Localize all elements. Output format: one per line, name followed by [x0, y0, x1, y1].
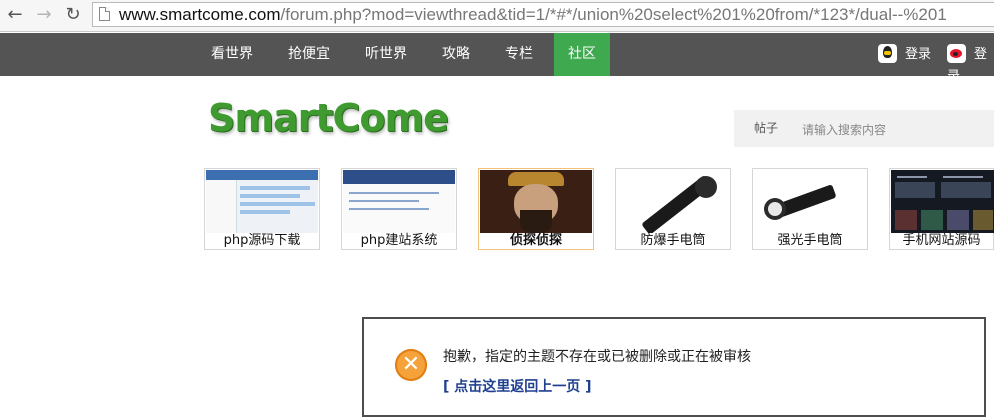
search-box: 帖子 — [734, 110, 994, 147]
ad-thumbnail — [206, 170, 318, 233]
ad-caption: 防爆手电筒 — [640, 233, 706, 248]
weibo-login-link[interactable]: 登录 — [947, 44, 994, 84]
site-logo[interactable]: SmartCome — [208, 96, 449, 140]
error-dialog: ✕ 抱歉，指定的主题不存在或已被删除或正在被审核 [ 点击这里返回上一页 ] — [362, 317, 986, 417]
ad-caption: 侦探侦探 — [509, 233, 562, 248]
nav-item-gonglue[interactable]: 攻略 — [428, 33, 484, 76]
nav-item-tingshijie[interactable]: 听世界 — [351, 33, 421, 76]
nav-item-kanshijie[interactable]: 看世界 — [197, 33, 267, 76]
ad-thumbnail — [343, 170, 455, 233]
nav-item-qiangpianyi[interactable]: 抢便宜 — [274, 33, 344, 76]
weibo-icon — [947, 44, 966, 63]
ad-caption: 手机网站源码 — [902, 233, 981, 248]
back-link[interactable]: [ 点击这里返回上一页 ] — [443, 376, 592, 396]
flashlight-image — [617, 170, 729, 233]
url-text[interactable]: www.smartcome.com/forum.php?mod=viewthre… — [119, 4, 947, 26]
nav-item-zhuanlan[interactable]: 专栏 — [491, 33, 547, 76]
search-type-label[interactable]: 帖子 — [754, 110, 778, 147]
ad-strong-flashlight[interactable]: 强光手电筒 — [752, 168, 868, 250]
ad-explosion-proof-flashlight[interactable]: 防爆手电筒 — [615, 168, 731, 250]
url-path: /forum.php?mod=viewthread&tid=1/*#*/unio… — [280, 5, 947, 24]
forward-arrow-icon[interactable]: → — [33, 4, 55, 26]
qq-login-label: 登录 — [905, 47, 932, 62]
browser-toolbar: ← → ↻ www.smartcome.com/forum.php?mod=vi… — [0, 0, 994, 32]
nav-item-shequ[interactable]: 社区 — [554, 33, 610, 76]
ad-thumbnail — [480, 170, 592, 233]
ad-caption: php建站系统 — [360, 233, 438, 248]
back-arrow-icon[interactable]: ← — [4, 4, 26, 26]
ad-thumbnail — [891, 170, 994, 233]
ad-detective[interactable]: 侦探侦探 — [478, 168, 594, 250]
flashlight-image — [754, 170, 866, 233]
ad-mobile-site-source[interactable]: 手机网站源码 — [889, 168, 994, 250]
page-icon — [99, 7, 110, 21]
search-input[interactable] — [800, 116, 994, 143]
site-nav: 看世界 抢便宜 听世界 攻略 专栏 社区 登录 登录 — [0, 33, 994, 84]
reload-icon[interactable]: ↻ — [62, 4, 84, 26]
ad-php-cms[interactable]: php建站系统 — [341, 168, 457, 250]
error-message: 抱歉，指定的主题不存在或已被删除或正在被审核 — [443, 349, 751, 365]
qq-login-link[interactable]: 登录 — [878, 44, 931, 66]
ad-caption: 强光手电筒 — [777, 233, 843, 248]
url-host: www.smartcome.com — [119, 5, 281, 24]
qq-icon — [878, 44, 897, 63]
ad-caption: php源码下载 — [223, 233, 301, 248]
close-icon: ✕ — [395, 349, 427, 381]
address-bar[interactable]: www.smartcome.com/forum.php?mod=viewthre… — [92, 2, 994, 27]
ad-php-source[interactable]: php源码下载 — [204, 168, 320, 250]
nav-menu: 看世界 抢便宜 听世界 攻略 专栏 社区 — [197, 33, 617, 76]
